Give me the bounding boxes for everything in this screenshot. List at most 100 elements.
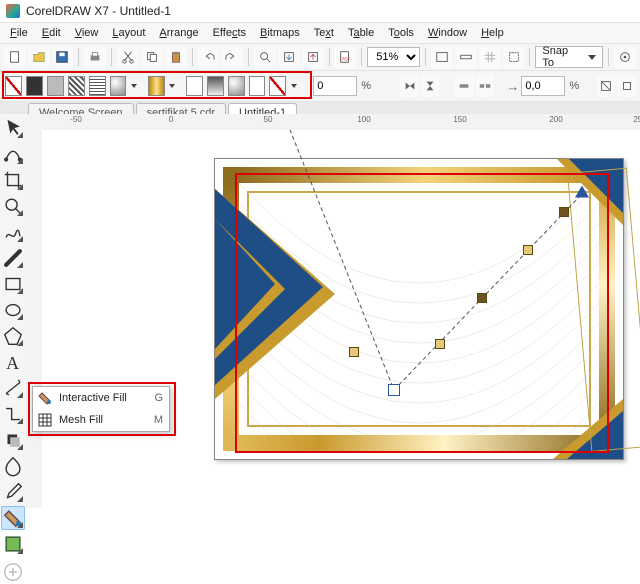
gradient-start-handle[interactable]	[388, 384, 400, 396]
menubar[interactable]: File Edit View Layout Arrange Effects Bi…	[0, 23, 640, 44]
export-button[interactable]	[302, 46, 324, 68]
menu-edit[interactable]: Edit	[36, 25, 67, 41]
show-guides-button[interactable]	[503, 46, 525, 68]
copy-button[interactable]	[141, 46, 163, 68]
free-scale-button[interactable]	[597, 75, 616, 97]
mirror-h-button[interactable]	[400, 75, 419, 97]
zoom-select[interactable]: 51%	[367, 47, 420, 67]
linear-fill-swatch[interactable]	[186, 76, 203, 96]
conical-fill-swatch[interactable]	[228, 76, 245, 96]
shape-tool[interactable]	[1, 142, 25, 166]
separator	[529, 48, 530, 66]
reverse-fill-button[interactable]	[455, 75, 474, 97]
artistic-media-tool[interactable]	[1, 246, 25, 270]
quick-customize[interactable]	[1, 560, 25, 584]
svg-text:PDF: PDF	[342, 57, 351, 62]
rectangular-fill-swatch[interactable]	[249, 76, 266, 96]
ruler-vertical[interactable]	[26, 130, 43, 508]
snap-to-dropdown[interactable]: Snap To	[535, 46, 603, 68]
transparency-input[interactable]	[313, 76, 357, 96]
flyout-item-label: Interactive Fill	[59, 392, 127, 404]
menu-window[interactable]: Window	[422, 25, 473, 41]
menu-text[interactable]: Text	[308, 25, 340, 41]
fill-solid-swatch[interactable]	[26, 76, 43, 96]
drop-shadow-tool[interactable]	[1, 428, 25, 452]
import-button[interactable]	[278, 46, 300, 68]
elliptical-fill-swatch[interactable]	[207, 76, 224, 96]
publish-pdf-button[interactable]: PDF	[334, 46, 356, 68]
save-button[interactable]	[52, 46, 74, 68]
flyout-mesh-fill[interactable]: Mesh Fill M	[33, 409, 169, 431]
paste-button[interactable]	[165, 46, 187, 68]
menu-arrange[interactable]: Arrange	[153, 25, 204, 41]
fill-tool-flyout: Interactive Fill G Mesh Fill M	[32, 386, 170, 432]
drawing-canvas[interactable]	[42, 130, 640, 508]
no-fill-swatch[interactable]	[269, 76, 286, 96]
titlebar: CorelDRAW X7 - Untitled-1	[0, 0, 640, 23]
transparency-tool[interactable]	[1, 454, 25, 478]
eyedropper-tool[interactable]	[1, 480, 25, 504]
ellipse-tool[interactable]	[1, 298, 25, 322]
fullscreen-button[interactable]	[431, 46, 453, 68]
repeat-fill-button[interactable]	[476, 75, 495, 97]
parallel-dimension-tool[interactable]	[1, 376, 25, 400]
fill-postscript-swatch[interactable]	[110, 76, 127, 96]
menu-layout[interactable]: Layout	[106, 25, 151, 41]
gradient-node-4[interactable]	[559, 207, 569, 217]
menu-bitmaps[interactable]: Bitmaps	[254, 25, 306, 41]
fill-uniform-swatch[interactable]	[47, 76, 64, 96]
gradient-node-3[interactable]	[523, 245, 533, 255]
toolbox: A	[0, 114, 27, 508]
app-title: CorelDRAW X7 - Untitled-1	[26, 4, 171, 18]
fill-dropdown[interactable]	[129, 77, 137, 95]
connector-tool[interactable]	[1, 402, 25, 426]
gradient-skew-handle[interactable]	[349, 347, 359, 357]
show-rulers-button[interactable]	[455, 46, 477, 68]
interactive-fill-icon	[37, 390, 53, 406]
rectangle-tool[interactable]	[1, 272, 25, 296]
separator	[329, 48, 330, 66]
fill-none-swatch[interactable]	[5, 76, 22, 96]
copy-fill-button[interactable]	[617, 75, 636, 97]
freehand-tool[interactable]	[1, 220, 25, 244]
acceleration-input[interactable]	[521, 76, 565, 96]
gradient-dropdown[interactable]	[168, 77, 176, 95]
gradient-preset-swatch[interactable]	[148, 76, 165, 96]
interactive-fill-tool[interactable]	[1, 506, 25, 530]
svg-text:A: A	[6, 353, 19, 373]
menu-effects[interactable]: Effects	[207, 25, 252, 41]
text-tool[interactable]: A	[1, 350, 25, 374]
menu-tools[interactable]: Tools	[382, 25, 420, 41]
gradient-node-1[interactable]	[435, 339, 445, 349]
menu-table[interactable]: Table	[342, 25, 380, 41]
search-button[interactable]	[254, 46, 276, 68]
polygon-tool[interactable]	[1, 324, 25, 348]
mirror-v-button[interactable]	[421, 75, 440, 97]
print-button[interactable]	[84, 46, 106, 68]
separator	[425, 48, 426, 66]
open-button[interactable]	[28, 46, 50, 68]
menu-help[interactable]: Help	[475, 25, 510, 41]
cut-button[interactable]	[117, 46, 139, 68]
standard-toolbar: PDF 51% Snap To	[0, 44, 640, 71]
menu-view[interactable]: View	[69, 25, 105, 41]
separator	[608, 48, 609, 66]
new-button[interactable]	[4, 46, 26, 68]
fill-type-dropdown[interactable]	[289, 77, 297, 95]
gradient-node-2[interactable]	[477, 293, 487, 303]
redo-button[interactable]	[221, 46, 243, 68]
pick-tool[interactable]	[1, 116, 25, 140]
menu-file[interactable]: File	[4, 25, 34, 41]
fill-texture-swatch[interactable]	[89, 76, 106, 96]
zoom-tool[interactable]	[1, 194, 25, 218]
fill-pattern-swatch[interactable]	[68, 76, 85, 96]
show-grid-button[interactable]	[479, 46, 501, 68]
crop-tool[interactable]	[1, 168, 25, 192]
undo-button[interactable]	[198, 46, 220, 68]
flyout-item-shortcut: G	[154, 392, 163, 404]
ruler-horizontal[interactable]: -50 0 50 100 150 200 250	[26, 114, 640, 131]
options-button[interactable]	[614, 46, 636, 68]
smart-fill-tool[interactable]	[1, 532, 25, 556]
flyout-interactive-fill[interactable]: Interactive Fill G	[33, 387, 169, 409]
gradient-end-arrow[interactable]	[575, 186, 589, 203]
